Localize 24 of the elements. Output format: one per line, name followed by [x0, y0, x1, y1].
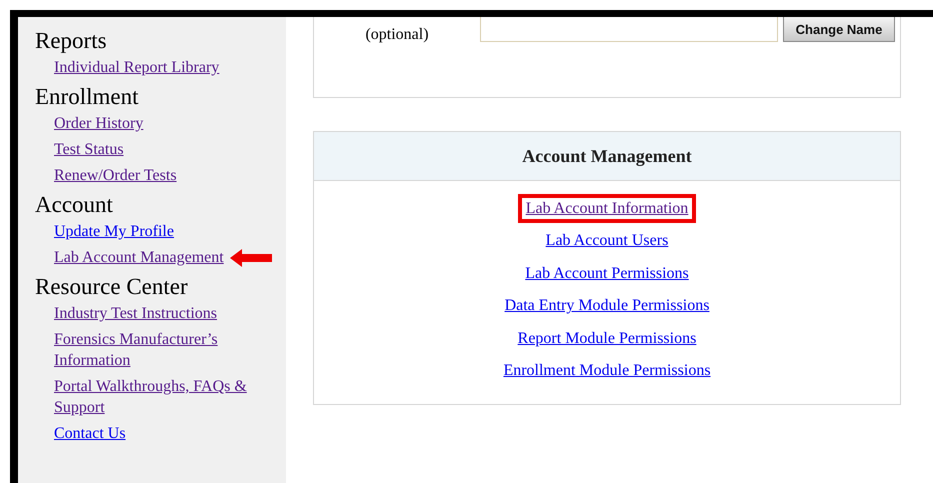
management-link[interactable]: Lab Account Permissions [525, 262, 689, 284]
section-heading: Enrollment [35, 83, 140, 110]
nickname-field[interactable] [480, 17, 778, 42]
sidebar-link[interactable]: Test Status [54, 139, 124, 160]
management-link[interactable]: Lab Account Information [526, 200, 688, 217]
change-name-button[interactable]: Change Name [783, 17, 895, 42]
sidebar-link[interactable]: Update My Profile [54, 221, 174, 242]
sidebar-link[interactable]: Industry Test Instructions [54, 303, 218, 324]
section-heading: Resource Center [35, 273, 189, 300]
sidebar-link[interactable]: Individual Report Library [54, 57, 220, 78]
sidebar-link[interactable]: Order History [54, 113, 144, 134]
sidebar-link[interactable]: Portal Walkthroughs, FAQs & Support [54, 376, 256, 418]
management-link[interactable]: Report Module Permissions [518, 328, 696, 349]
sidebar-link[interactable]: Contact Us [54, 423, 126, 444]
sidebar-link[interactable]: Renew/Order Tests [54, 165, 177, 186]
management-link[interactable]: Lab Account Users [546, 230, 668, 252]
management-link[interactable]: Data Entry Module Permissions [504, 295, 710, 316]
sidebar-link[interactable]: Forensics Manufacturer’s Information [54, 329, 256, 371]
field-label: (optional) [364, 25, 430, 45]
management-link[interactable]: Enrollment Module Permissions [503, 360, 711, 382]
section-heading: Account [35, 191, 114, 218]
panel-header: Account Management [314, 132, 900, 181]
sidebar-link[interactable]: Lab Account Management [54, 247, 224, 268]
section-heading: Reports [35, 27, 108, 54]
